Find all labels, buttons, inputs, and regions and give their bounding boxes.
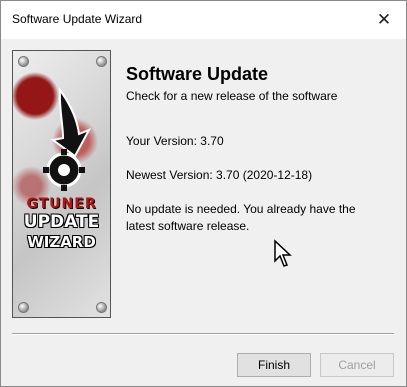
content-panel: Software Update Check for a new release … [126, 63, 391, 235]
status-message-line-1: No update is needed. You already have th… [126, 202, 356, 216]
brand-logo: GTUNER [26, 196, 97, 212]
title-bar: Software Update Wizard ✕ [1, 1, 406, 39]
screw-icon [96, 302, 107, 313]
close-icon[interactable]: ✕ [362, 1, 406, 39]
footer-divider [12, 333, 394, 335]
page-subtitle: Check for a new release of the software [126, 89, 338, 103]
banner-wizard-text: WIZARD [27, 233, 96, 251]
newest-version-text: Newest Version: 3.70 (2020-12-18) [126, 168, 313, 182]
screw-icon [18, 56, 29, 67]
mouse-cursor-icon [274, 239, 292, 267]
download-gear-icon [43, 87, 92, 191]
banner-update-text: UPDATE [23, 212, 100, 232]
cancel-button[interactable]: Cancel [320, 353, 394, 377]
window-title: Software Update Wizard [12, 12, 143, 26]
your-version-text: Your Version: 3.70 [126, 134, 224, 148]
page-title: Software Update [126, 64, 269, 84]
screw-icon [18, 302, 29, 313]
wizard-banner: GTUNER UPDATE WIZARD [12, 50, 111, 318]
status-message-line-2: latest software release. [126, 219, 250, 233]
screw-icon [96, 56, 107, 67]
finish-button[interactable]: Finish [237, 353, 311, 377]
update-wizard-window: Software Update Wizard ✕ GTUNER UPDATE W… [0, 0, 407, 387]
